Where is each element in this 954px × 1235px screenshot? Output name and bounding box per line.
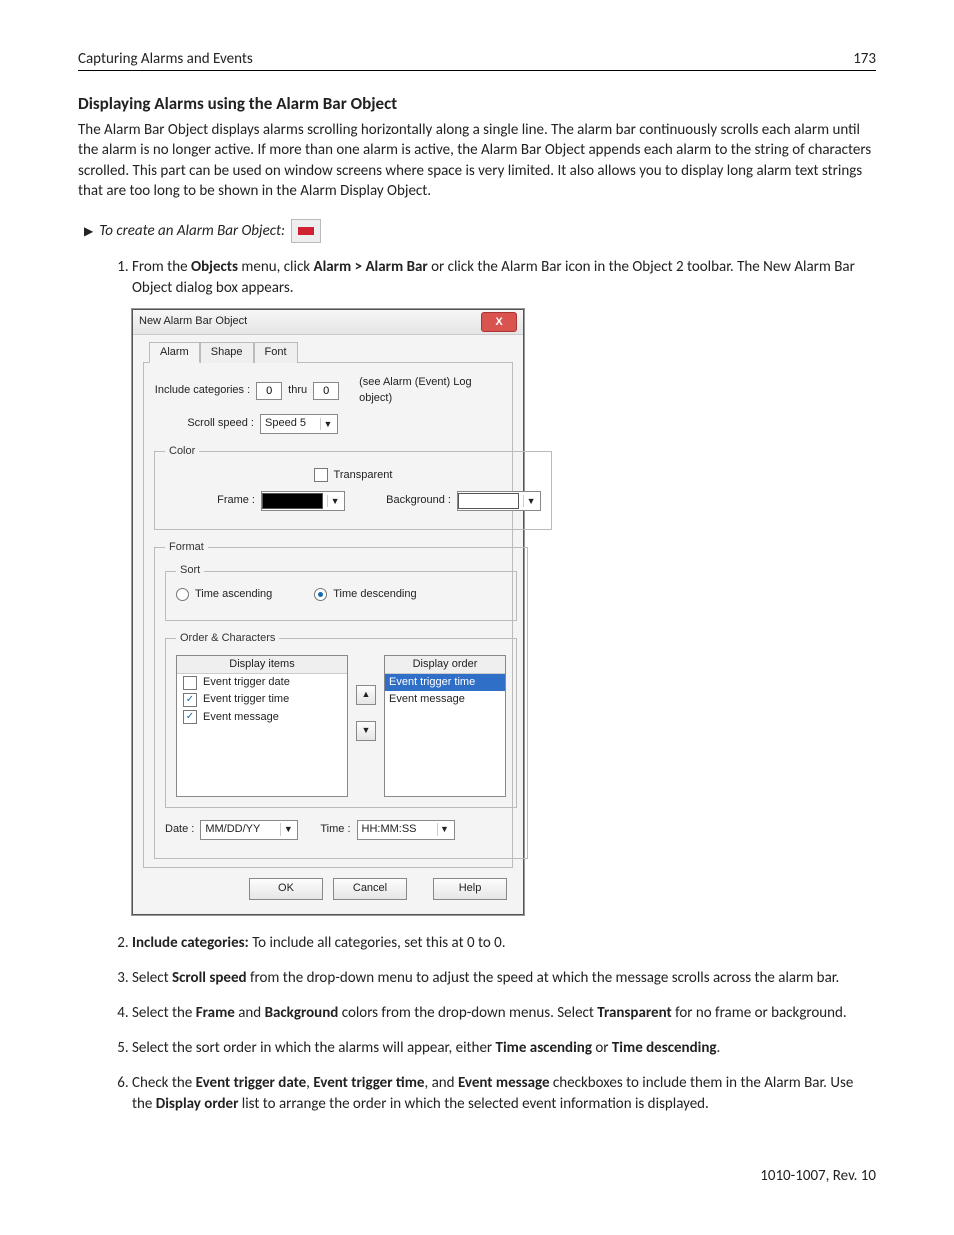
arrow-icon: ▶ <box>84 224 93 239</box>
background-color-dropdown[interactable]: ▼ <box>457 491 541 511</box>
document-id-footer: 1010-1007, Rev. 10 <box>760 1167 876 1185</box>
step-4: Select the Frame and Background colors f… <box>132 1003 876 1024</box>
dialog-title: New Alarm Bar Object <box>139 314 481 329</box>
item-event-trigger-time[interactable]: ✓ Event trigger time <box>177 691 347 708</box>
display-items-listbox[interactable]: Display items Event trigger date ✓ Event… <box>176 655 348 797</box>
chevron-down-icon: ▼ <box>523 495 538 508</box>
sort-legend: Sort <box>176 563 204 578</box>
new-alarm-bar-dialog: New Alarm Bar Object X Alarm Shape Font … <box>132 309 524 915</box>
document-page: Capturing Alarms and Events 173 Displayi… <box>0 0 954 1235</box>
step-5: Select the sort order in which the alarm… <box>132 1038 876 1059</box>
sort-ascending-radio[interactable] <box>176 588 189 601</box>
display-items-header: Display items <box>177 656 347 674</box>
scroll-speed-dropdown[interactable]: Speed 5 ▼ <box>260 414 338 434</box>
help-button[interactable]: Help <box>433 878 507 900</box>
order-characters-group: Order & Characters Display items Event t… <box>165 631 517 807</box>
scroll-speed-label: Scroll speed : <box>154 416 254 431</box>
close-button[interactable]: X <box>481 312 517 332</box>
date-checkbox[interactable] <box>183 676 197 690</box>
step-3: Select Scroll speed from the drop-down m… <box>132 968 876 989</box>
move-up-button[interactable]: ▲ <box>356 685 376 705</box>
sort-ascending-label: Time ascending <box>195 587 272 602</box>
include-from-input[interactable] <box>256 382 282 400</box>
page-number: 173 <box>853 50 876 68</box>
steps-list: From the Objects menu, click Alarm > Ala… <box>108 257 876 1115</box>
time-checkbox[interactable]: ✓ <box>183 693 197 707</box>
time-format-dropdown[interactable]: HH:MM:SS ▼ <box>357 820 455 840</box>
transparent-checkbox[interactable] <box>314 468 328 482</box>
intro-paragraph: The Alarm Bar Object displays alarms scr… <box>78 120 876 201</box>
chapter-title: Capturing Alarms and Events <box>78 50 253 68</box>
date-format-label: Date : <box>165 822 194 837</box>
chevron-down-icon: ▼ <box>437 823 452 836</box>
dialog-body: Alarm Shape Font Include categories : th… <box>133 335 523 914</box>
tab-alarm[interactable]: Alarm <box>149 342 200 363</box>
task-heading: ▶ To create an Alarm Bar Object: <box>84 219 876 243</box>
running-header: Capturing Alarms and Events 173 <box>78 50 876 71</box>
format-group: Format Sort Time ascending Time descendi… <box>154 540 528 859</box>
tab-strip: Alarm Shape Font <box>143 341 513 363</box>
tab-font[interactable]: Font <box>254 342 298 363</box>
dialog-titlebar: New Alarm Bar Object X <box>133 310 523 335</box>
dialog-button-row: OK Cancel Help <box>143 868 513 904</box>
background-label: Background : <box>371 493 451 508</box>
include-hint: (see Alarm (Event) Log object) <box>359 375 502 406</box>
frame-bg-row: Frame : ▼ Background : ▼ <box>165 491 541 511</box>
date-time-format-row: Date : MM/DD/YY ▼ Time : HH:MM:SS ▼ <box>165 820 517 840</box>
frame-label: Frame : <box>165 493 255 508</box>
display-order-header: Display order <box>385 656 505 674</box>
order-layout: Display items Event trigger date ✓ Event… <box>176 655 506 797</box>
date-format-dropdown[interactable]: MM/DD/YY ▼ <box>200 820 298 840</box>
order-characters-legend: Order & Characters <box>176 631 279 646</box>
background-color-swatch <box>458 493 519 509</box>
move-down-button[interactable]: ▼ <box>356 721 376 741</box>
sort-descending-label: Time descending <box>333 587 416 602</box>
chevron-down-icon: ▼ <box>320 418 335 431</box>
frame-color-dropdown[interactable]: ▼ <box>261 491 345 511</box>
format-legend: Format <box>165 540 208 555</box>
task-label: To create an Alarm Bar Object: <box>99 222 285 240</box>
step-1: From the Objects menu, click Alarm > Ala… <box>132 257 876 915</box>
include-to-input[interactable] <box>313 382 339 400</box>
sort-group: Sort Time ascending Time descending <box>165 563 517 621</box>
step-2: Include categories: To include all categ… <box>132 933 876 954</box>
include-categories-label: Include categories : <box>154 383 250 398</box>
color-legend: Color <box>165 444 199 459</box>
display-order-listbox[interactable]: Display order Event trigger time Event m… <box>384 655 506 797</box>
transparent-row: Transparent <box>165 468 541 483</box>
chevron-down-icon: ▼ <box>327 495 342 508</box>
scroll-speed-row: Scroll speed : Speed 5 ▼ <box>154 414 502 434</box>
include-categories-row: Include categories : thru (see Alarm (Ev… <box>154 375 502 406</box>
thru-label: thru <box>288 383 307 398</box>
ok-button[interactable]: OK <box>249 878 323 900</box>
item-event-message[interactable]: ✓ Event message <box>177 709 347 726</box>
alarm-bar-icon <box>291 219 321 243</box>
tab-shape[interactable]: Shape <box>200 342 254 363</box>
color-group: Color Transparent Frame : ▼ <box>154 444 552 530</box>
section-heading: Displaying Alarms using the Alarm Bar Ob… <box>78 93 876 114</box>
tab-alarm-page: Include categories : thru (see Alarm (Ev… <box>143 363 513 867</box>
frame-color-swatch <box>262 493 323 509</box>
order-item-time[interactable]: Event trigger time <box>385 674 505 691</box>
time-format-label: Time : <box>320 822 350 837</box>
chevron-down-icon: ▼ <box>280 823 295 836</box>
step-6: Check the Event trigger date, Event trig… <box>132 1073 876 1115</box>
transparent-label: Transparent <box>334 468 393 483</box>
message-checkbox[interactable]: ✓ <box>183 710 197 724</box>
sort-descending-radio[interactable] <box>314 588 327 601</box>
cancel-button[interactable]: Cancel <box>333 878 407 900</box>
reorder-buttons: ▲ ▼ <box>356 685 376 741</box>
order-item-message[interactable]: Event message <box>385 691 505 708</box>
sort-row: Time ascending Time descending <box>176 587 506 602</box>
item-event-trigger-date[interactable]: Event trigger date <box>177 674 347 691</box>
